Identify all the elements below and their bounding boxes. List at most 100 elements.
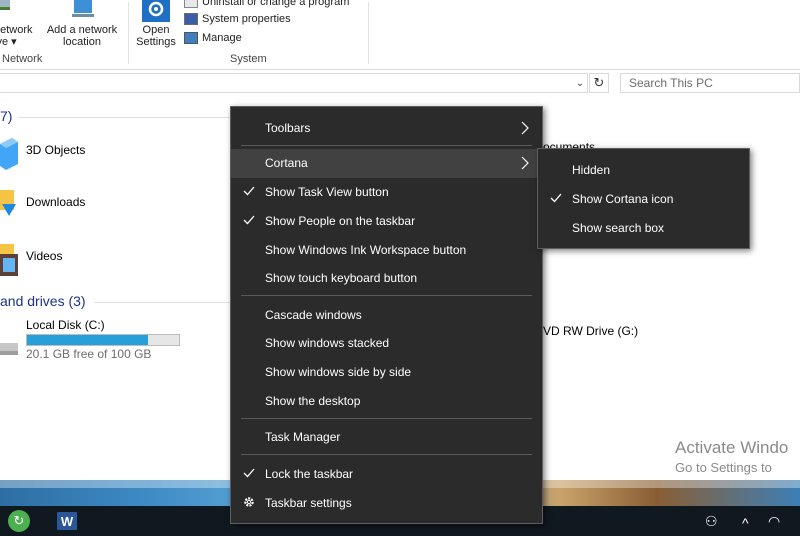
checkmark-icon: [243, 468, 255, 478]
drive-c-usage-fill: [27, 335, 149, 345]
drive-c-free-space: 20.1 GB free of 100 GB: [26, 347, 152, 361]
menu-item-label: Lock the taskbar: [265, 467, 354, 481]
menu-item-label: Task Manager: [265, 430, 341, 444]
menu-separator: [241, 418, 532, 419]
menu-item-label: Show Cortana icon: [572, 192, 674, 206]
uninstall-program-button[interactable]: Uninstall or change a program: [184, 0, 349, 10]
chevron-right-icon: [521, 156, 529, 170]
group-separator: [368, 2, 369, 64]
menu-item-task-manager[interactable]: Task Manager: [231, 423, 542, 451]
drives-section-header[interactable]: and drives (3): [0, 293, 86, 309]
folder-label: Downloads: [26, 195, 86, 209]
menu-item-label: Show People on the taskbar: [265, 214, 416, 228]
menu-item-show-ink-workspace[interactable]: Show Windows Ink Workspace button: [231, 236, 542, 264]
submenu-item-show-search-box[interactable]: Show search box: [538, 214, 749, 242]
menu-item-cortana[interactable]: Cortana: [231, 149, 542, 178]
address-bar[interactable]: [0, 73, 588, 93]
menu-item-label: Show Windows Ink Workspace button: [265, 243, 467, 257]
network-location-icon: [72, 0, 94, 17]
menu-item-show-windows-side-by-side[interactable]: Show windows side by side: [231, 358, 542, 386]
gear-icon: [244, 497, 254, 507]
taskbar-context-menu: Toolbars Cortana Show Task View button S…: [230, 106, 543, 524]
ribbon: network ive ▾ Add a network location Net…: [0, 0, 800, 70]
menu-item-show-windows-stacked[interactable]: Show windows stacked: [231, 329, 542, 357]
network-drive-icon: [0, 0, 10, 10]
chevron-up-icon[interactable]: ^: [742, 515, 749, 531]
people-icon[interactable]: ⚇: [705, 513, 718, 530]
menu-item-label: Show windows stacked: [265, 336, 390, 350]
menu-item-show-desktop[interactable]: Show the desktop: [231, 387, 542, 415]
folder-label: Videos: [26, 249, 63, 263]
map-drive-label-1: network: [0, 24, 33, 36]
map-network-drive-button[interactable]: network ive ▾: [0, 0, 38, 50]
computer-management-icon: [184, 32, 198, 44]
hard-drive-icon: [0, 343, 18, 355]
checkmark-icon: [550, 193, 562, 203]
open-settings-label-1: Open: [142, 24, 170, 36]
folder-downloads[interactable]: Downloads: [0, 190, 200, 230]
folder-videos[interactable]: Videos: [0, 244, 200, 284]
menu-item-cascade-windows[interactable]: Cascade windows: [231, 301, 542, 329]
menu-item-label: Show Task View button: [265, 185, 389, 199]
section-divider: [18, 117, 230, 118]
cortana-submenu: Hidden Show Cortana icon Show search box: [537, 148, 750, 249]
manage-button[interactable]: Manage: [184, 30, 242, 46]
menu-item-label: Show search box: [572, 221, 665, 235]
activation-watermark-title: Activate Windo: [675, 438, 789, 457]
settings-gear-icon: [142, 0, 170, 22]
system-properties-button[interactable]: System properties: [184, 11, 291, 27]
programs-icon: [184, 0, 198, 8]
menu-item-label: Show the desktop: [265, 394, 361, 408]
checkmark-icon: [243, 186, 255, 196]
drive-c-label: Local Disk (C:): [26, 318, 105, 332]
add-location-label-2: location: [63, 36, 101, 48]
uninstall-label: Uninstall or change a program: [202, 0, 350, 8]
menu-separator: [241, 454, 532, 455]
folders-section-header[interactable]: 7): [0, 108, 12, 124]
submenu-item-hidden[interactable]: Hidden: [538, 156, 749, 184]
network-group-label: Network: [2, 53, 43, 65]
menu-separator: [241, 295, 532, 296]
menu-item-show-task-view-button[interactable]: Show Task View button: [231, 178, 542, 206]
system-properties-label: System properties: [202, 13, 291, 25]
drive-c-usage-bar: [26, 334, 180, 346]
group-separator: [128, 2, 129, 64]
wifi-icon[interactable]: ◠: [768, 513, 780, 530]
system-group-label: System: [230, 53, 267, 65]
menu-item-show-people[interactable]: Show People on the taskbar: [231, 207, 542, 235]
submenu-item-show-cortana-icon[interactable]: Show Cortana icon: [538, 185, 749, 213]
menu-item-label: Show touch keyboard button: [265, 271, 418, 285]
add-network-location-button[interactable]: Add a network location: [42, 0, 122, 50]
app-icon[interactable]: ↻: [8, 510, 30, 532]
address-dropdown-button[interactable]: ⌄: [572, 73, 588, 93]
open-settings-button[interactable]: Open Settings: [133, 0, 179, 50]
menu-item-taskbar-settings[interactable]: Taskbar settings: [231, 489, 542, 517]
checkmark-icon: [243, 215, 255, 225]
search-input[interactable]: Search This PC: [620, 73, 800, 93]
menu-item-show-touch-keyboard[interactable]: Show touch keyboard button: [231, 264, 542, 292]
word-icon[interactable]: W: [57, 512, 77, 530]
menu-separator: [241, 145, 532, 146]
menu-item-label: Toolbars: [265, 121, 311, 135]
system-properties-icon: [184, 13, 198, 25]
menu-item-label: Cortana: [265, 156, 308, 170]
activation-watermark-subtitle: Go to Settings to: [675, 460, 772, 475]
chevron-right-icon: [521, 121, 529, 135]
refresh-button[interactable]: ↻: [589, 73, 609, 93]
downloads-folder-icon: [0, 190, 16, 216]
menu-item-toolbars[interactable]: Toolbars: [231, 114, 542, 142]
videos-folder-icon: [0, 244, 18, 276]
folder-label: 3D Objects: [26, 143, 86, 157]
menu-item-lock-taskbar[interactable]: Lock the taskbar: [231, 460, 542, 488]
map-drive-label-2: ive ▾: [0, 36, 17, 48]
menu-item-label: Taskbar settings: [265, 496, 352, 510]
section-divider: [94, 302, 230, 303]
menu-item-label: Show windows side by side: [265, 365, 412, 379]
manage-label: Manage: [202, 32, 242, 44]
dvd-drive-label[interactable]: VD RW Drive (G:): [543, 324, 638, 338]
folder-3d-objects[interactable]: 3D Objects: [0, 138, 200, 178]
menu-item-label: Hidden: [572, 163, 611, 177]
menu-item-label: Cascade windows: [265, 308, 362, 322]
add-location-label-1: Add a network: [46, 24, 118, 36]
open-settings-label-2: Settings: [136, 36, 176, 48]
